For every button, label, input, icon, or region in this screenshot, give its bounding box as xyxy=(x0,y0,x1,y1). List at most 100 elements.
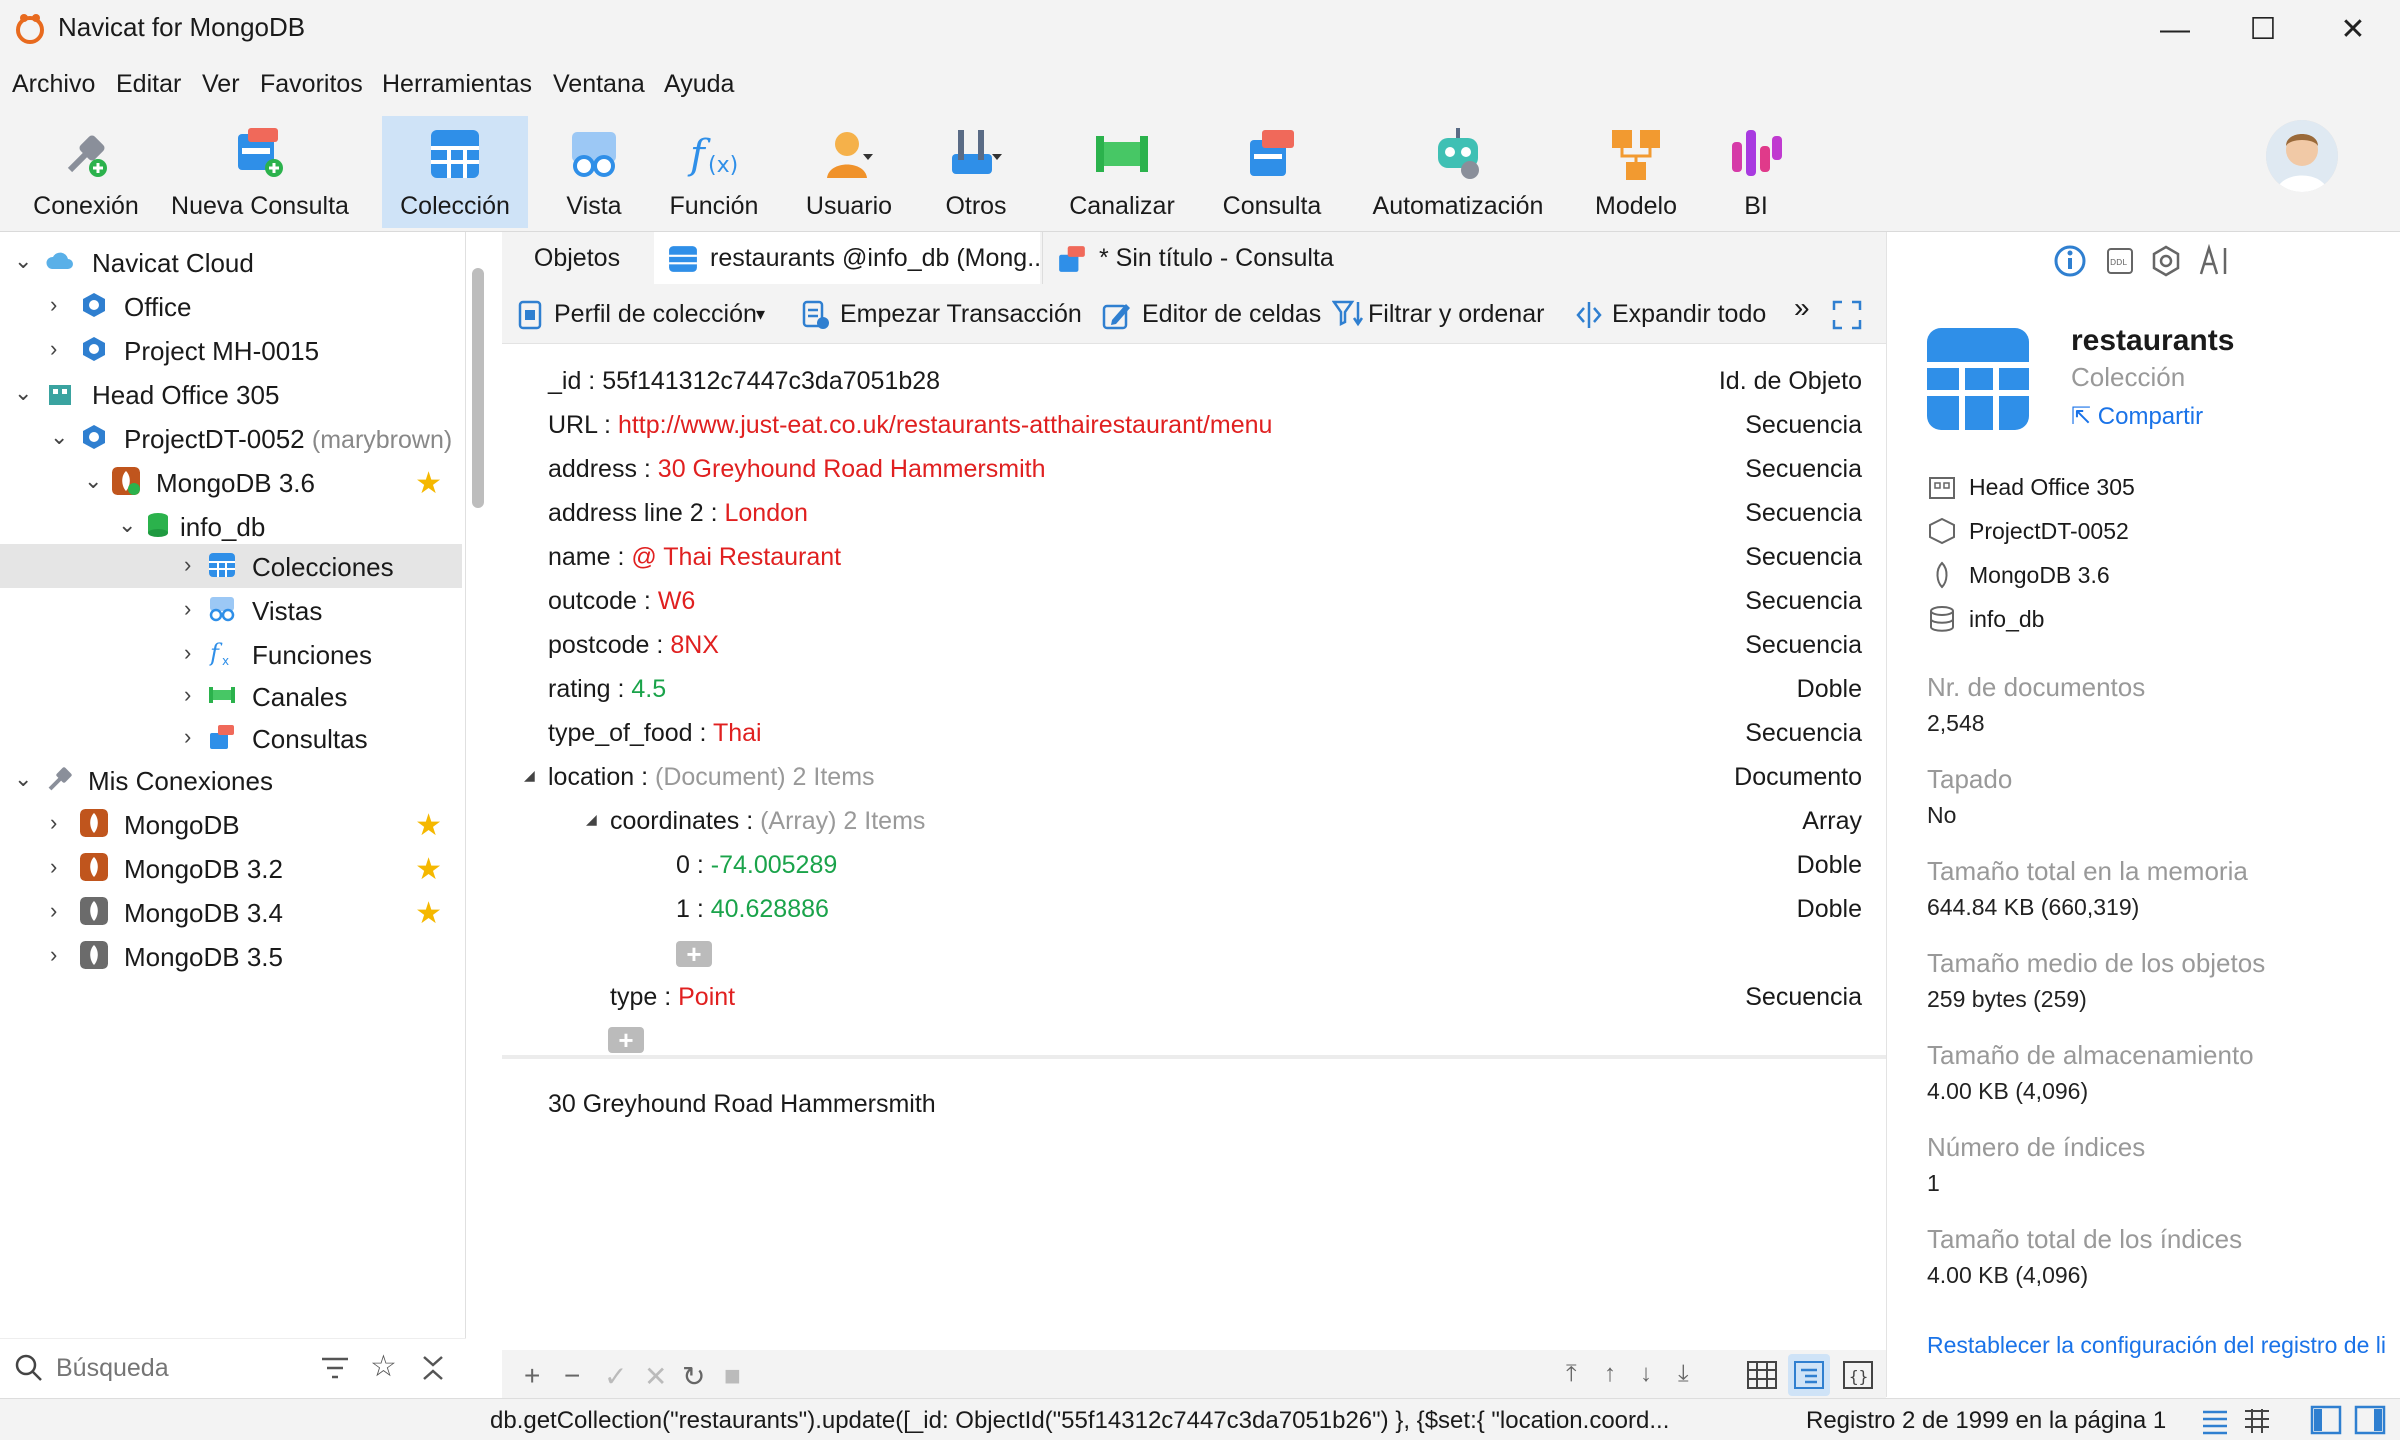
chevron-right-icon[interactable]: › xyxy=(50,854,74,880)
field-row-name[interactable]: name : @ Thai Restaurant Secuencia xyxy=(502,521,1862,571)
tab-query[interactable]: * Sin título - Consulta xyxy=(1042,232,1422,284)
tree-view-toggle[interactable] xyxy=(1788,1354,1830,1396)
stop-icon[interactable]: ■ xyxy=(724,1360,741,1392)
view-button[interactable]: Vista xyxy=(544,116,644,228)
collapse-triangle-icon[interactable]: ◢ xyxy=(524,767,535,784)
favorite-star-icon[interactable]: ★ xyxy=(415,896,442,931)
discard-x-icon[interactable]: ✕ xyxy=(644,1360,667,1393)
field-row-coord-0[interactable]: 0 : -74.005289 Doble xyxy=(502,829,1862,879)
info-icon[interactable] xyxy=(2053,244,2087,278)
collapse-icon[interactable] xyxy=(418,1353,448,1383)
chevron-right-icon[interactable]: › xyxy=(184,640,208,666)
collection-button[interactable]: Colección xyxy=(382,116,528,228)
apply-check-icon[interactable]: ✓ xyxy=(604,1360,627,1393)
field-row-outcode[interactable]: outcode : W6 Secuencia xyxy=(502,565,1862,615)
panel-divider[interactable] xyxy=(502,1055,1886,1059)
favorite-star-icon[interactable]: ★ xyxy=(415,466,442,501)
tree-node-navicat-cloud[interactable]: ⌄ Navicat Cloud xyxy=(0,240,462,284)
search-input[interactable] xyxy=(56,1351,296,1385)
new-query-button[interactable]: Nueva Consulta xyxy=(160,116,360,228)
tree-node-mongodb-32[interactable]: › MongoDB 3.2 ★ xyxy=(0,846,462,890)
tab-restaurants[interactable]: restaurants @info_db (Mong... xyxy=(654,232,1040,284)
field-row-id[interactable]: _id : 55f141312c7447c3da7051b28 Id. de O… xyxy=(502,345,1862,395)
automation-button[interactable]: Automatización xyxy=(1366,116,1550,228)
chevron-down-icon[interactable]: ⌄ xyxy=(14,380,38,406)
tree-node-vistas[interactable]: › Vistas xyxy=(0,588,462,632)
tree-node-project-mh[interactable]: › Project MH-0015 xyxy=(0,328,462,372)
last-record-icon[interactable]: ⤓ xyxy=(1678,1360,1689,1388)
field-row-coordinates[interactable]: ◢ coordinates : (Array) 2 Items Array xyxy=(502,785,1862,835)
tree-node-mis-conexiones[interactable]: ⌄ Mis Conexiones xyxy=(0,758,462,802)
chevron-right-icon[interactable]: › xyxy=(50,292,74,318)
pipeline-button[interactable]: Canalizar xyxy=(1054,116,1190,228)
tree-node-mongodb-36[interactable]: ⌄ MongoDB 3.6 ★ xyxy=(0,460,462,504)
chevron-down-icon[interactable]: ⌄ xyxy=(118,512,142,538)
menu-ayuda[interactable]: Ayuda xyxy=(664,70,734,99)
expand-all-button[interactable]: Expandir todo xyxy=(1612,300,1766,329)
field-value[interactable]: Point xyxy=(678,983,735,1011)
chevron-right-icon[interactable]: › xyxy=(184,724,208,750)
tree-node-colecciones[interactable]: › Colecciones xyxy=(0,544,462,588)
maximize-button[interactable]: ☐ xyxy=(2228,10,2298,50)
close-button[interactable]: ✕ xyxy=(2318,10,2388,50)
chevron-right-icon[interactable]: › xyxy=(184,596,208,622)
prev-record-icon[interactable]: ↑ xyxy=(1604,1360,1616,1388)
favorite-star-icon[interactable]: ★ xyxy=(415,852,442,887)
right-panel-toggle-icon[interactable] xyxy=(2354,1405,2386,1435)
menu-favoritos[interactable]: Favoritos xyxy=(260,70,363,99)
user-button[interactable]: Usuario xyxy=(790,116,908,228)
menu-herramientas[interactable]: Herramientas xyxy=(382,70,532,99)
fullscreen-icon[interactable] xyxy=(1832,300,1862,330)
chevron-right-icon[interactable]: › xyxy=(184,682,208,708)
collection-profile-button[interactable]: Perfil de colección xyxy=(554,300,757,329)
add-record-icon[interactable]: + xyxy=(524,1360,540,1392)
chevron-right-icon[interactable]: › xyxy=(50,336,74,362)
field-row-rating[interactable]: rating : 4.5 Doble xyxy=(502,653,1862,703)
field-row-address-line-2[interactable]: address line 2 : London Secuencia xyxy=(502,477,1862,527)
tree-node-canales[interactable]: › Canales xyxy=(0,674,462,718)
field-value[interactable]: 40.628886 xyxy=(711,895,829,923)
grid-view-icon[interactable] xyxy=(2242,1407,2272,1435)
field-row-address[interactable]: address : 30 Greyhound Road Hammersmith … xyxy=(502,433,1862,483)
tree-node-projectdt[interactable]: ⌄ ProjectDT-0052 (marybrown) xyxy=(0,416,462,460)
favorites-star-icon[interactable]: ☆ xyxy=(370,1349,397,1384)
tree-node-consultas[interactable]: › Consultas xyxy=(0,716,462,760)
tree-node-mongodb-34[interactable]: › MongoDB 3.4 ★ xyxy=(0,890,462,934)
ai-icon[interactable] xyxy=(2197,244,2231,278)
start-transaction-button[interactable]: Empezar Transacción xyxy=(840,300,1082,329)
filter-sort-button[interactable]: Filtrar y ordenar xyxy=(1368,300,1544,329)
field-row-postcode[interactable]: postcode : 8NX Secuencia xyxy=(502,609,1862,659)
next-record-icon[interactable]: ↓ xyxy=(1640,1360,1652,1388)
model-button[interactable]: Modelo xyxy=(1578,116,1694,228)
grid-view-icon[interactable] xyxy=(1746,1360,1778,1390)
field-row-coord-1[interactable]: 1 : 40.628886 Doble xyxy=(502,873,1862,923)
others-button[interactable]: Otros xyxy=(920,116,1032,228)
delete-record-icon[interactable]: − xyxy=(564,1360,580,1392)
tree-node-head-office[interactable]: ⌄ Head Office 305 xyxy=(0,372,462,416)
chevron-right-icon[interactable]: › xyxy=(50,810,74,836)
query-button[interactable]: Consulta xyxy=(1208,116,1336,228)
menu-archivo[interactable]: Archivo xyxy=(12,70,95,99)
chevron-down-icon[interactable]: ⌄ xyxy=(14,766,38,792)
first-record-icon[interactable]: ⤒ xyxy=(1566,1360,1577,1388)
list-view-icon[interactable] xyxy=(2200,1407,2230,1435)
bi-button[interactable]: BI xyxy=(1710,116,1802,228)
dropdown-arrow-icon[interactable]: ▾ xyxy=(756,304,765,325)
tree-node-office[interactable]: › Office xyxy=(0,284,462,328)
field-row-url[interactable]: URL : http://www.just-eat.co.uk/restaura… xyxy=(502,389,1862,439)
refresh-icon[interactable]: ↻ xyxy=(682,1360,705,1393)
ddl-icon[interactable]: DDL xyxy=(2105,246,2135,276)
json-view-icon[interactable]: {} xyxy=(1842,1360,1874,1390)
field-row-location[interactable]: ◢ location : (Document) 2 Items Document… xyxy=(502,741,1862,791)
collapse-triangle-icon[interactable]: ◢ xyxy=(586,811,597,828)
menu-ventana[interactable]: Ventana xyxy=(553,70,645,99)
cell-editor-button[interactable]: Editor de celdas xyxy=(1142,300,1321,329)
connection-button[interactable]: Conexión xyxy=(20,116,152,228)
function-button[interactable]: f (x) Función xyxy=(656,116,772,228)
field-row-type-of-food[interactable]: type_of_food : Thai Secuencia xyxy=(502,697,1862,747)
chevron-down-icon[interactable]: ⌄ xyxy=(84,468,108,494)
share-link[interactable]: ⇱ Compartir xyxy=(2071,402,2203,431)
sidebar-scrollbar[interactable] xyxy=(472,268,484,508)
add-field-button[interactable]: + xyxy=(608,1027,644,1053)
left-panel-toggle-icon[interactable] xyxy=(2310,1405,2342,1435)
